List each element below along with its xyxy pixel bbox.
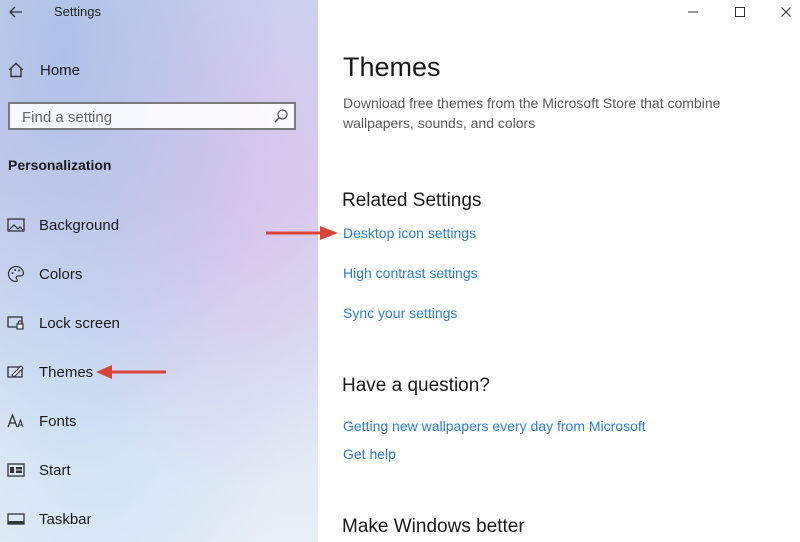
- sidebar-item-label: Start: [39, 461, 71, 479]
- search-box[interactable]: [8, 102, 296, 130]
- get-help-link[interactable]: Get help: [343, 446, 396, 462]
- sidebar-item-label: Background: [39, 216, 120, 234]
- make-windows-better-heading: Make Windows better: [342, 516, 525, 537]
- fonts-icon: [7, 412, 25, 430]
- sidebar-item-start[interactable]: Start: [0, 454, 318, 486]
- palette-icon: [7, 265, 25, 283]
- sidebar-item-colors[interactable]: Colors: [0, 258, 318, 290]
- maximize-button[interactable]: [717, 0, 763, 24]
- sidebar-item-home[interactable]: Home: [0, 54, 318, 86]
- sidebar-item-label: Home: [40, 61, 81, 79]
- minimize-button[interactable]: [670, 0, 716, 24]
- start-icon: [7, 461, 25, 479]
- home-icon: [7, 61, 25, 79]
- sidebar-item-label: Themes: [39, 363, 94, 381]
- sidebar-item-label: Colors: [39, 265, 83, 283]
- minimize-icon: [688, 11, 698, 13]
- sidebar-item-label: Fonts: [39, 412, 77, 430]
- title-bar: Settings: [0, 0, 318, 24]
- picture-icon: [7, 216, 25, 234]
- sidebar-item-lock-screen[interactable]: Lock screen: [0, 307, 318, 339]
- close-icon: [781, 7, 791, 17]
- related-settings-heading: Related Settings: [342, 190, 482, 211]
- sidebar-item-taskbar[interactable]: Taskbar: [0, 503, 318, 535]
- search-input[interactable]: [20, 107, 264, 127]
- sidebar-item-label: Lock screen: [39, 314, 120, 332]
- annotation-arrow-right: [266, 226, 338, 240]
- maximize-icon: [735, 7, 745, 17]
- section-title: Personalization: [8, 157, 112, 173]
- back-arrow-icon: [9, 6, 22, 18]
- close-button[interactable]: [763, 0, 800, 24]
- high-contrast-settings-link[interactable]: High contrast settings: [343, 265, 478, 281]
- question-heading: Have a question?: [342, 375, 490, 396]
- page-title: Themes: [343, 52, 441, 82]
- lock-screen-icon: [7, 314, 25, 332]
- back-button[interactable]: [4, 0, 28, 24]
- search-icon: [273, 108, 289, 124]
- brush-icon: [7, 363, 25, 381]
- taskbar-icon: [7, 510, 25, 528]
- sidebar: Settings Home Personalization Background…: [0, 0, 318, 542]
- annotation-arrow-left: [96, 365, 166, 379]
- desktop-icon-settings-link[interactable]: Desktop icon settings: [343, 225, 476, 241]
- new-wallpapers-link[interactable]: Getting new wallpapers every day from Mi…: [343, 418, 646, 434]
- app-title: Settings: [54, 4, 101, 19]
- sidebar-item-fonts[interactable]: Fonts: [0, 405, 318, 437]
- sync-settings-link[interactable]: Sync your settings: [343, 305, 457, 321]
- sidebar-item-label: Taskbar: [39, 510, 92, 528]
- page-description: Download free themes from the Microsoft …: [343, 95, 721, 131]
